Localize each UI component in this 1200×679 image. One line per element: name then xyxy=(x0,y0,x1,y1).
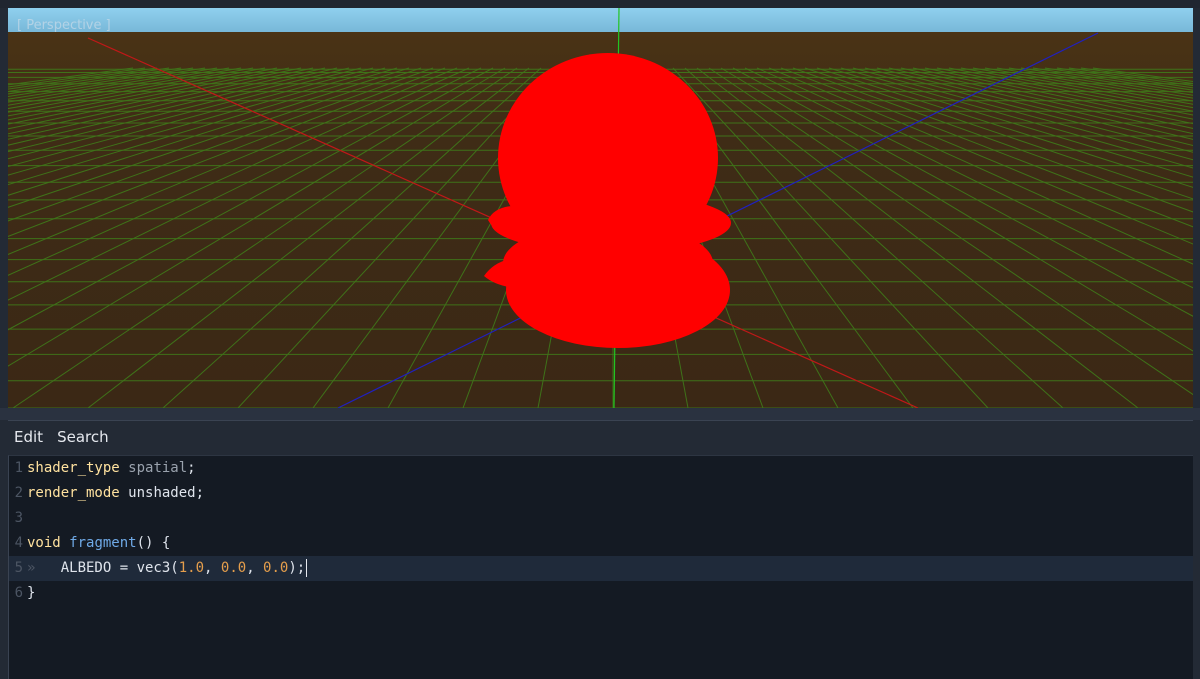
line-number: 5 xyxy=(14,560,23,576)
red-mesh-object[interactable] xyxy=(484,53,731,348)
code-line[interactable]: 2 render_mode unshaded; xyxy=(9,481,1193,506)
code-token: , xyxy=(204,560,221,576)
line-number: 1 xyxy=(14,460,23,476)
code-token: render_mode xyxy=(27,485,120,501)
code-token: shader_type xyxy=(27,460,120,476)
code-line[interactable]: 4 void fragment() { xyxy=(9,531,1193,556)
code-line[interactable]: 5» ALBEDO = vec3(1.0, 0.0, 0.0); xyxy=(9,556,1193,581)
text-caret xyxy=(306,559,308,577)
code-token: 0.0 xyxy=(220,560,247,576)
code-token: , xyxy=(246,560,264,576)
edit-menu[interactable]: Edit xyxy=(14,428,43,446)
3d-viewport[interactable]: [ Perspective ] xyxy=(8,8,1193,408)
code-token: 1.0 xyxy=(178,560,205,576)
code-token: () { xyxy=(136,535,171,551)
code-token: fragment xyxy=(69,535,137,551)
code-line[interactable]: 6} xyxy=(9,581,1193,606)
top-bar xyxy=(0,0,1200,8)
viewport-perspective-label[interactable]: [ Perspective ] xyxy=(17,18,111,33)
code-text: void fragment() { xyxy=(27,531,170,556)
panel-divider[interactable] xyxy=(0,408,1200,420)
code-line[interactable]: 1 shader_type spatial; xyxy=(9,456,1193,481)
code-token: 0.0 xyxy=(263,560,289,576)
code-token: void xyxy=(27,535,61,551)
search-menu[interactable]: Search xyxy=(57,428,109,446)
code-line[interactable]: 3 xyxy=(9,506,1193,531)
code-text: } xyxy=(27,581,35,606)
shader-code-editor[interactable]: 1 shader_type spatial; 2 render_mode unshad… xyxy=(8,455,1193,679)
code-token: spatial xyxy=(128,460,188,476)
code-token: ; xyxy=(187,460,196,476)
code-token: } xyxy=(27,585,36,601)
sky xyxy=(8,8,1193,32)
code-text: » ALBEDO = vec3(1.0, 0.0, 0.0); xyxy=(27,556,308,581)
line-number: 2 xyxy=(14,485,23,501)
line-number: 4 xyxy=(14,535,23,551)
code-token: unshaded xyxy=(128,485,196,501)
code-token: » xyxy=(27,560,61,576)
line-number: 6 xyxy=(14,585,23,601)
code-text: shader_type spatial; xyxy=(27,456,196,481)
code-token: ); xyxy=(288,560,306,576)
viewport-scene xyxy=(8,8,1193,408)
code-text: render_mode unshaded; xyxy=(27,481,204,506)
code-token: ALBEDO = vec3( xyxy=(60,560,179,576)
line-number: 3 xyxy=(14,510,23,526)
editor-menu-bar: Edit Search xyxy=(8,420,1193,453)
code-token: ; xyxy=(195,485,205,501)
